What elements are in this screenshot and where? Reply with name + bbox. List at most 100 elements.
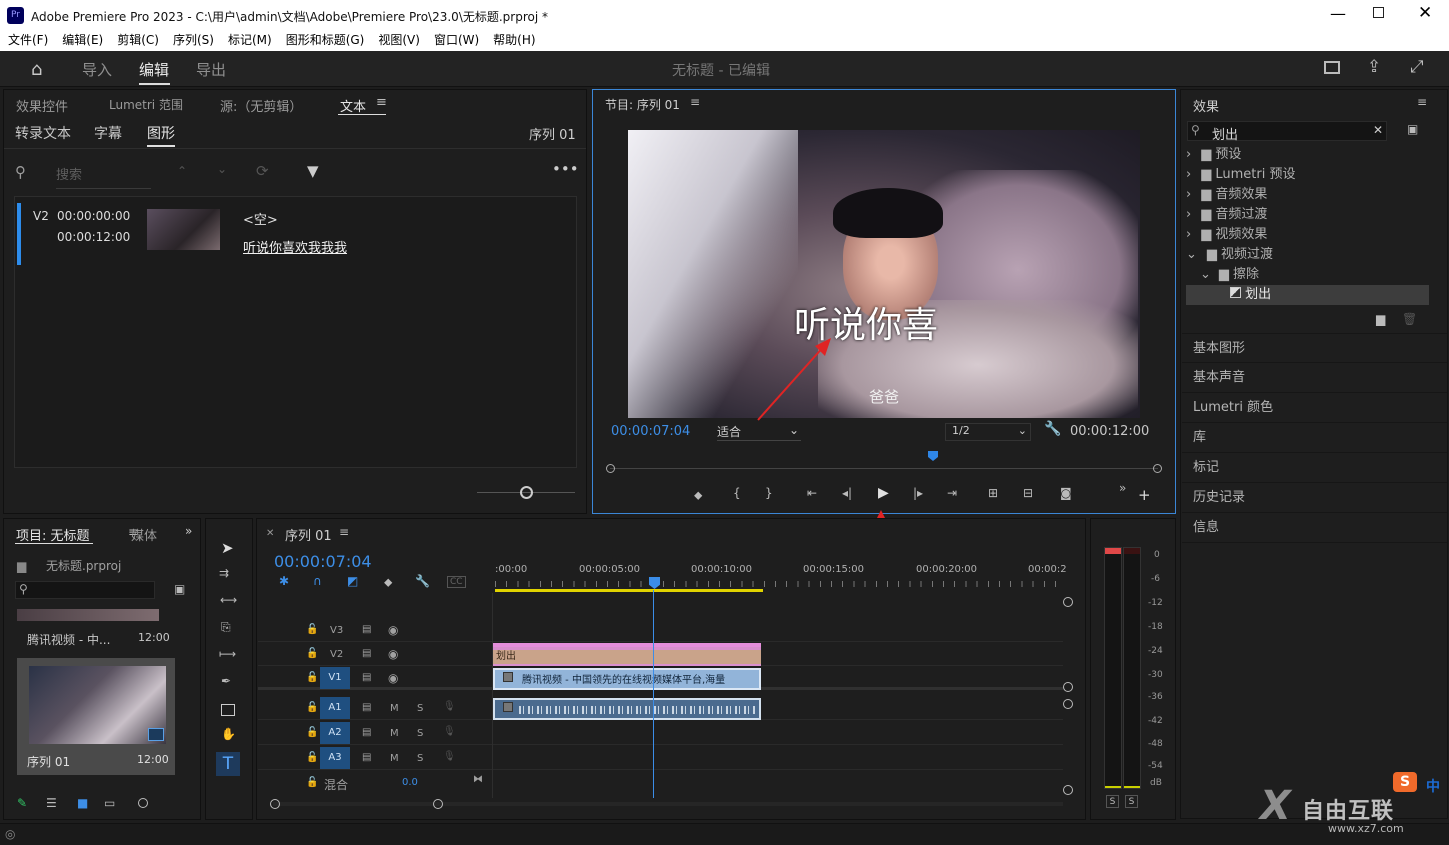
entry-text[interactable]: 听说你喜欢我我我 xyxy=(243,237,347,256)
snap-icon[interactable]: ✱ xyxy=(279,574,289,588)
share-icon[interactable]: ⇪ xyxy=(1367,57,1381,77)
subtab-captions[interactable]: 字幕 xyxy=(94,123,122,143)
tab-project[interactable]: 项目: 无标题 xyxy=(16,525,90,544)
effects-tree-wipe-out[interactable]: 划出 xyxy=(1186,285,1429,305)
tab-text-menu-icon[interactable]: ≡ xyxy=(376,95,387,110)
resolution-select[interactable]: 1/2 ⌄ xyxy=(945,423,1031,441)
panel-lumetri-color[interactable]: Lumetri 颜色 xyxy=(1182,393,1447,423)
new-bin-icon[interactable]: ▣ xyxy=(1407,122,1418,136)
timeline-scroll-a-handle-2[interactable] xyxy=(1063,785,1073,795)
marker-button[interactable]: ⬥ xyxy=(694,488,702,503)
more-tabs-icon[interactable]: » xyxy=(185,524,192,538)
import-tab[interactable]: 导入 xyxy=(82,59,112,80)
thumb-size-slider[interactable] xyxy=(138,798,148,808)
program-menu-icon[interactable]: ≡ xyxy=(690,95,700,109)
search-input[interactable]: 搜索 xyxy=(56,164,151,189)
icon-view-icon[interactable]: ■ xyxy=(77,796,88,810)
tab-text[interactable]: 文本 xyxy=(340,96,366,115)
quick-export-icon[interactable] xyxy=(1324,61,1340,74)
timeline-playhead-head[interactable] xyxy=(649,577,660,589)
step-back-button[interactable]: ◂| xyxy=(842,486,852,500)
panel-info[interactable]: 信息 xyxy=(1182,513,1447,543)
maximize-icon[interactable] xyxy=(1373,7,1384,18)
nest-icon[interactable]: ◩ xyxy=(347,574,358,588)
zoom-slider-handle[interactable] xyxy=(520,486,533,499)
menu-file[interactable]: 文件(F) xyxy=(1,30,55,51)
lock-icon[interactable]: 🔓 xyxy=(306,624,318,635)
effects-menu-icon[interactable]: ≡ xyxy=(1417,95,1427,109)
play-button[interactable]: ▶ xyxy=(878,485,889,501)
tab-media[interactable]: 媒体 xyxy=(131,525,157,544)
effects-tree-video-transitions[interactable]: ⌄ ▆ 视频过渡 xyxy=(1186,245,1429,265)
menu-help[interactable]: 帮助(H) xyxy=(486,30,542,51)
sync-icon[interactable]: ▤ xyxy=(362,648,371,659)
menu-sequence[interactable]: 序列(S) xyxy=(166,30,221,51)
step-forward-button[interactable]: |▸ xyxy=(913,486,923,500)
panel-essential-graphics[interactable]: 基本图形 xyxy=(1182,333,1447,363)
program-timecode[interactable]: 00:00:07:04 xyxy=(611,424,690,439)
sync-icon[interactable]: ▤ xyxy=(362,624,371,635)
chevron-down-icon[interactable]: ⌄ xyxy=(217,162,227,176)
microphone-icon[interactable]: 🎙 xyxy=(443,726,456,737)
track-a1-label[interactable]: A1 xyxy=(320,697,350,719)
chevron-up-icon[interactable]: ⌃ xyxy=(177,164,187,178)
selection-tool-icon[interactable]: ➤ xyxy=(221,539,234,557)
lock-icon[interactable]: 🔓 xyxy=(306,727,318,738)
solo-button[interactable]: S xyxy=(417,753,423,764)
menu-view[interactable]: 视图(V) xyxy=(371,30,427,51)
solo-left-button[interactable]: S xyxy=(1106,795,1119,808)
program-scrub-bar[interactable] xyxy=(610,468,1158,469)
track-a3-label[interactable]: A3 xyxy=(320,747,350,769)
lock-icon[interactable]: 🔓 xyxy=(306,672,318,683)
add-button-icon[interactable]: + xyxy=(1138,486,1151,504)
close-sequence-icon[interactable]: ✕ xyxy=(266,528,274,539)
go-to-in-button[interactable]: ⇤ xyxy=(807,486,817,500)
track-a2-label[interactable]: A2 xyxy=(320,722,350,744)
track-v1-label[interactable]: V1 xyxy=(320,667,350,689)
more-icon[interactable]: ••• xyxy=(552,160,579,178)
eye-icon[interactable]: ◉ xyxy=(388,671,398,685)
audio-clip[interactable] xyxy=(493,698,761,720)
project-search[interactable]: ⚲ xyxy=(15,581,155,599)
pencil-icon[interactable]: ✎ xyxy=(17,796,27,810)
sync-icon[interactable]: ▤ xyxy=(362,702,371,713)
replace-icon[interactable]: ⟳ xyxy=(256,162,269,180)
captions-icon[interactable]: CC xyxy=(447,576,466,588)
more-controls-icon[interactable]: » xyxy=(1119,481,1126,495)
freeform-view-icon[interactable]: ▭ xyxy=(104,796,115,810)
linked-selection-icon[interactable]: ∩ xyxy=(313,574,322,588)
menu-graphics[interactable]: 图形和标题(G) xyxy=(279,30,372,51)
panel-history[interactable]: 历史记录 xyxy=(1182,483,1447,513)
effects-tree-audio-effects[interactable]: › ▆ 音频效果 xyxy=(1186,185,1429,205)
wrench-icon[interactable]: 🔧 xyxy=(1044,421,1061,437)
subtab-graphics[interactable]: 图形 xyxy=(147,123,175,143)
timeline-menu-icon[interactable]: ≡ xyxy=(339,525,349,539)
timeline-scroll-v-handle[interactable] xyxy=(1063,597,1073,607)
menu-edit[interactable]: 编辑(E) xyxy=(55,30,110,51)
tab-source[interactable]: 源:（无剪辑） xyxy=(220,96,302,115)
menu-window[interactable]: 窗口(W) xyxy=(427,30,486,51)
fullscreen-icon[interactable]: ⤢ xyxy=(1410,57,1424,77)
eye-icon[interactable]: ◉ xyxy=(388,623,398,637)
transition-clip[interactable]: 划出 xyxy=(493,643,761,666)
effects-tree-presets[interactable]: › ▆ 预设 xyxy=(1186,145,1429,165)
panel-markers[interactable]: 标记 xyxy=(1182,453,1447,483)
lift-button[interactable]: ⊞ xyxy=(988,486,998,500)
ripple-edit-tool-icon[interactable]: ⟷ xyxy=(220,593,237,607)
menu-clip[interactable]: 剪辑(C) xyxy=(110,30,166,51)
solo-button[interactable]: S xyxy=(417,728,423,739)
video-clip[interactable]: 腾讯视频 - 中国领先的在线视频媒体平台,海量 xyxy=(493,668,761,690)
program-playhead[interactable] xyxy=(928,451,938,461)
horizontal-scroll-end[interactable] xyxy=(433,799,443,809)
sync-icon[interactable]: ▤ xyxy=(362,752,371,763)
solo-button[interactable]: S xyxy=(417,703,423,714)
go-to-out-button[interactable]: ⇥ xyxy=(947,486,957,500)
mute-button[interactable]: M xyxy=(390,728,399,739)
mark-out-button[interactable]: } xyxy=(765,486,773,500)
close-icon[interactable]: ✕ xyxy=(1418,3,1432,23)
work-area-bar[interactable] xyxy=(495,589,763,592)
microphone-icon[interactable]: 🎙 xyxy=(443,701,456,712)
lock-icon[interactable]: 🔓 xyxy=(306,777,318,788)
rectangle-tool-icon[interactable] xyxy=(221,704,235,716)
home-icon[interactable]: ⌂ xyxy=(31,59,42,80)
